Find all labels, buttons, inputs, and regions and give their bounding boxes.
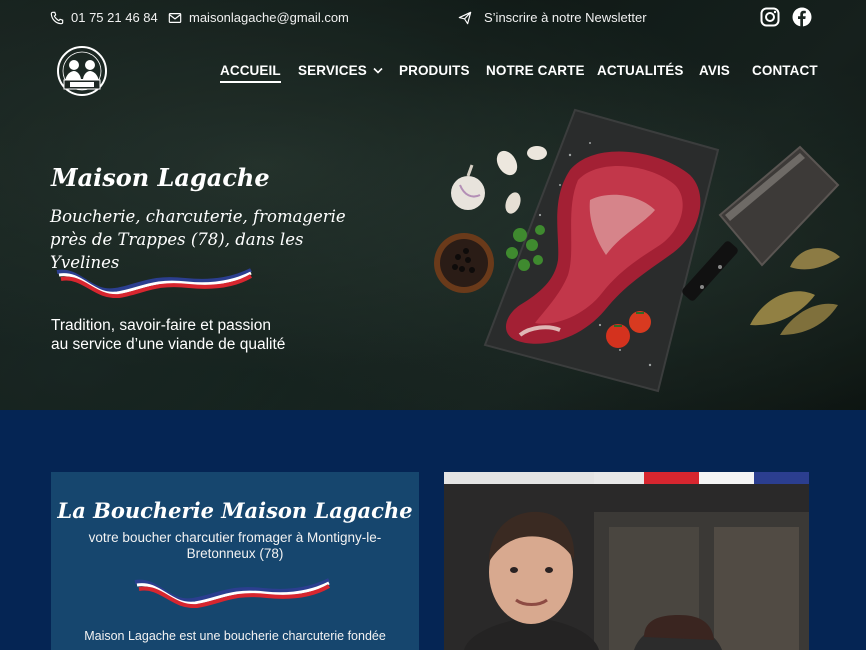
nav-item-notre-carte[interactable]: NOTRE CARTE [486,63,585,78]
meat-board-image [434,108,840,393]
nav-item-actualites[interactable]: ACTUALITÉS [597,63,684,78]
newsletter-label: S’inscrire à notre Newsletter [484,10,647,25]
nav-item-avis[interactable]: AVIS [699,63,730,78]
phone-number: 01 75 21 46 84 [71,10,158,25]
hero-title: Maison Lagache [51,163,270,192]
hero-subtitle-line1: Boucherie, charcuterie, fromagerie [50,207,346,226]
email-link[interactable]: maisonlagache@gmail.com [168,10,349,25]
butchers-photo [444,472,809,650]
email-address: maisonlagache@gmail.com [189,10,349,25]
phone-link[interactable]: 01 75 21 46 84 [50,10,158,25]
phone-icon [50,11,64,24]
nav-item-contact[interactable]: CONTACT [752,63,818,78]
tricolor-ribbon [134,578,331,608]
tricolor-ribbon [56,268,253,298]
newsletter-link[interactable]: S’inscrire à notre Newsletter [458,10,647,25]
hero-subtitle: Boucherie, charcuterie, fromagerie près … [50,205,370,274]
hero-tagline-line2: au service d’une viande de qualité [51,336,286,353]
about-title: La Boucherie Maison Lagache [57,498,413,523]
nav-item-produits[interactable]: PRODUITS [399,63,470,78]
logo[interactable] [50,46,114,96]
top-bar: 01 75 21 46 84 maisonlagache@gmail.com S… [0,0,866,36]
hero-tagline: Tradition, savoir-faire et passion au se… [51,316,285,354]
nav-item-accueil[interactable]: ACCUEIL [220,63,281,83]
nav-item-services[interactable]: SERVICES [298,63,383,78]
instagram-icon[interactable] [760,7,780,27]
paper-plane-icon [458,11,472,24]
mail-icon [168,12,182,23]
chevron-down-icon [373,67,383,74]
about-card: La Boucherie Maison Lagache votre bouche… [51,472,419,650]
hero-tagline-line1: Tradition, savoir-faire et passion [51,317,271,334]
facebook-icon[interactable] [792,7,812,27]
about-text: Maison Lagache est une boucherie charcut… [84,629,386,643]
about-subtitle: votre boucher charcutier fromager à Mont… [88,530,382,561]
butchers-photo-image [444,472,809,650]
nav-item-services-label: SERVICES [298,63,367,78]
